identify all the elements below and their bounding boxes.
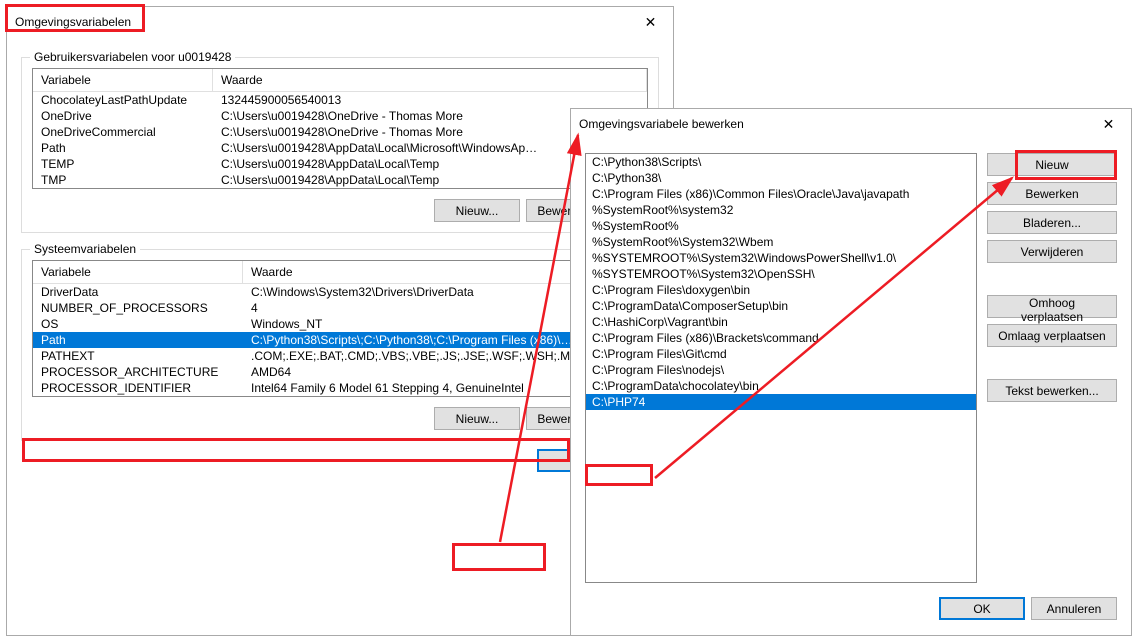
table-header: Variabele Waarde: [33, 69, 647, 92]
col-variable[interactable]: Variabele: [33, 261, 243, 283]
edit-button[interactable]: Bewerken: [987, 182, 1117, 205]
dialog-title: Omgevingsvariabele bewerken: [579, 117, 744, 131]
list-item[interactable]: %SYSTEMROOT%\System32\OpenSSH\: [586, 266, 976, 282]
list-item[interactable]: %SystemRoot%\system32: [586, 202, 976, 218]
cell-var: OneDrive: [33, 108, 213, 124]
user-group-title: Gebruikersvariabelen voor u0019428: [30, 50, 235, 64]
cell-var: PROCESSOR_IDENTIFIER: [33, 380, 243, 396]
cell-var: OS: [33, 316, 243, 332]
user-buttons: Nieuw... Bewerken...: [32, 199, 648, 222]
table-row[interactable]: PathC:\Users\u0019428\AppData\Local\Micr…: [33, 140, 647, 156]
table-row[interactable]: PathC:\Python38\Scripts\;C:\Python38\;C:…: [33, 332, 647, 348]
list-item[interactable]: C:\HashiCorp\Vagrant\bin: [586, 314, 976, 330]
list-item[interactable]: C:\Python38\: [586, 170, 976, 186]
cell-var: ChocolateyLastPathUpdate: [33, 92, 213, 108]
path-list[interactable]: C:\Python38\Scripts\C:\Python38\C:\Progr…: [585, 153, 977, 583]
cell-var: TMP: [33, 172, 213, 188]
browse-button[interactable]: Bladeren...: [987, 211, 1117, 234]
table-row[interactable]: DriverDataC:\Windows\System32\Drivers\Dr…: [33, 284, 647, 300]
delete-button[interactable]: Verwijderen: [987, 240, 1117, 263]
close-button[interactable]: ✕: [628, 7, 673, 37]
cell-var: NUMBER_OF_PROCESSORS: [33, 300, 243, 316]
cell-var: PROCESSOR_ARCHITECTURE: [33, 364, 243, 380]
list-item[interactable]: C:\ProgramData\ComposerSetup\bin: [586, 298, 976, 314]
list-item[interactable]: %SystemRoot%\System32\Wbem: [586, 234, 976, 250]
cancel-button[interactable]: Annuleren: [1031, 597, 1117, 620]
list-item[interactable]: C:\ProgramData\chocolatey\bin: [586, 378, 976, 394]
cell-val: 132445900056540013: [213, 92, 647, 108]
user-vars-table[interactable]: Variabele Waarde ChocolateyLastPathUpdat…: [32, 68, 648, 189]
sys-new-button[interactable]: Nieuw...: [434, 407, 520, 430]
titlebar: Omgevingsvariabelen ✕: [7, 7, 673, 37]
table-row[interactable]: TEMPC:\Users\u0019428\AppData\Local\Temp: [33, 156, 647, 172]
list-item[interactable]: C:\Program Files\doxygen\bin: [586, 282, 976, 298]
col-value[interactable]: Waarde: [213, 69, 647, 91]
col-variable[interactable]: Variabele: [33, 69, 213, 91]
cell-var: Path: [33, 140, 213, 156]
move-up-button[interactable]: Omhoog verplaatsen: [987, 295, 1117, 318]
cell-var: DriverData: [33, 284, 243, 300]
cell-var: OneDriveCommercial: [33, 124, 213, 140]
user-new-button[interactable]: Nieuw...: [434, 199, 520, 222]
list-item[interactable]: C:\Python38\Scripts\: [586, 154, 976, 170]
list-item[interactable]: C:\Program Files\Git\cmd: [586, 346, 976, 362]
list-item[interactable]: %SYSTEMROOT%\System32\WindowsPowerShell\…: [586, 250, 976, 266]
list-item[interactable]: C:\PHP74: [586, 394, 976, 410]
edit-text-button[interactable]: Tekst bewerken...: [987, 379, 1117, 402]
sys-buttons: Nieuw... Bewerken...: [32, 407, 648, 430]
list-item[interactable]: C:\Program Files (x86)\Brackets\command: [586, 330, 976, 346]
titlebar: Omgevingsvariabele bewerken ✕: [571, 109, 1131, 139]
cell-var: Path: [33, 332, 243, 348]
table-row[interactable]: PROCESSOR_ARCHITECTUREAMD64: [33, 364, 647, 380]
table-row[interactable]: PROCESSOR_IDENTIFIERIntel64 Family 6 Mod…: [33, 380, 647, 396]
table-row[interactable]: ChocolateyLastPathUpdate1324459000565400…: [33, 92, 647, 108]
cell-var: PATHEXT: [33, 348, 243, 364]
table-row[interactable]: TMPC:\Users\u0019428\AppData\Local\Temp: [33, 172, 647, 188]
table-row[interactable]: OSWindows_NT: [33, 316, 647, 332]
table-header: Variabele Waarde: [33, 261, 647, 284]
move-down-button[interactable]: Omlaag verplaatsen: [987, 324, 1117, 347]
table-row[interactable]: PATHEXT.COM;.EXE;.BAT;.CMD;.VBS;.VBE;.JS…: [33, 348, 647, 364]
list-item[interactable]: %SystemRoot%: [586, 218, 976, 234]
list-item[interactable]: C:\Program Files (x86)\Common Files\Orac…: [586, 186, 976, 202]
table-row[interactable]: OneDriveC:\Users\u0019428\OneDrive - Tho…: [33, 108, 647, 124]
cell-var: TEMP: [33, 156, 213, 172]
sys-vars-group: Systeemvariabelen Variabele Waarde Drive…: [21, 249, 659, 441]
sys-vars-table[interactable]: Variabele Waarde DriverDataC:\Windows\Sy…: [32, 260, 648, 397]
dialog-title: Omgevingsvariabelen: [15, 15, 131, 29]
table-row[interactable]: NUMBER_OF_PROCESSORS4: [33, 300, 647, 316]
edit-env-var-dialog: Omgevingsvariabele bewerken ✕ C:\Python3…: [570, 108, 1132, 636]
table-row[interactable]: OneDriveCommercialC:\Users\u0019428\OneD…: [33, 124, 647, 140]
new-button[interactable]: Nieuw: [987, 153, 1117, 176]
close-button[interactable]: ✕: [1086, 109, 1131, 139]
ok-button[interactable]: OK: [939, 597, 1025, 620]
side-buttons: Nieuw Bewerken Bladeren... Verwijderen O…: [987, 153, 1117, 583]
sys-group-title: Systeemvariabelen: [30, 242, 140, 256]
list-item[interactable]: C:\Program Files\nodejs\: [586, 362, 976, 378]
user-vars-group: Gebruikersvariabelen voor u0019428 Varia…: [21, 57, 659, 233]
